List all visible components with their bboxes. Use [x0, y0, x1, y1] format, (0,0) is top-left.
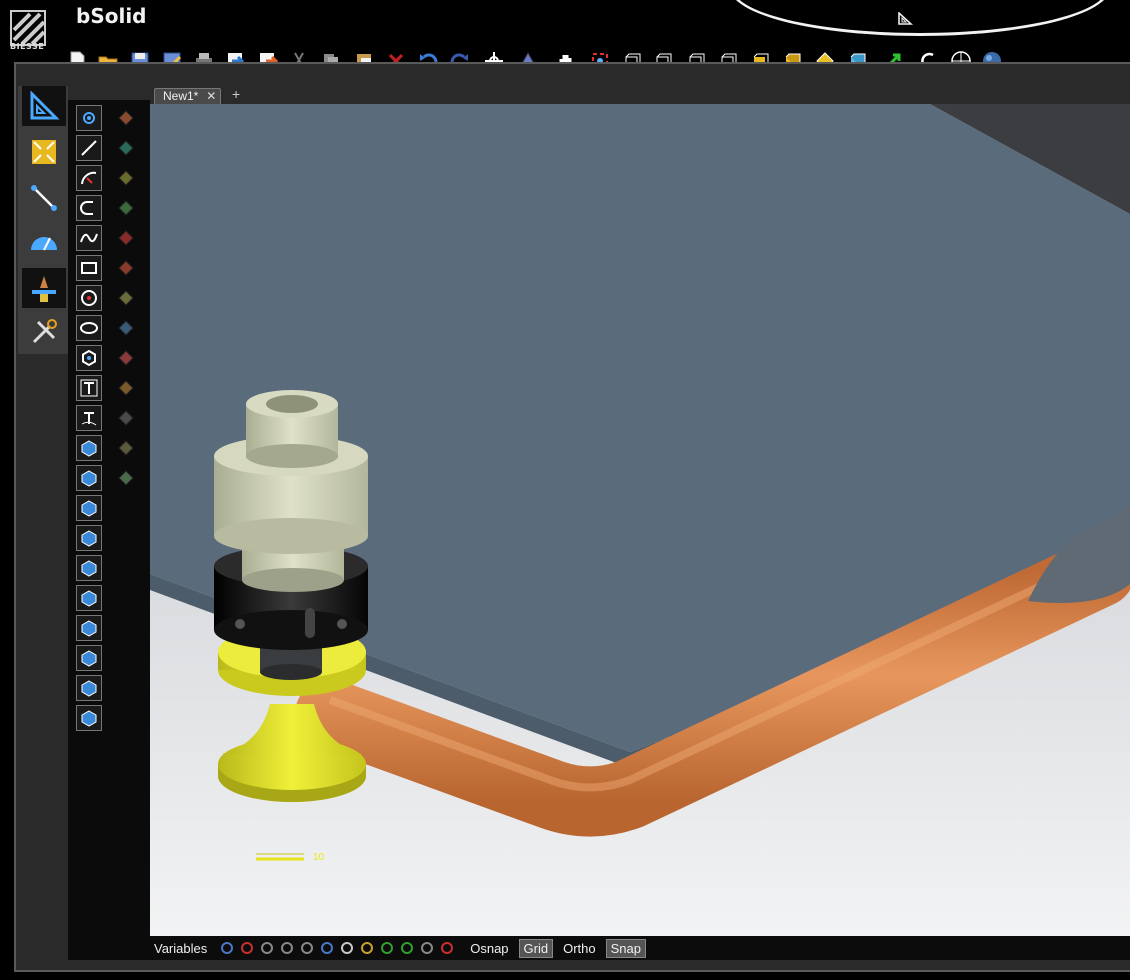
snap-nearest-icon[interactable]: [377, 938, 397, 958]
cube-icon[interactable]: [76, 585, 102, 611]
shape8-icon[interactable]: [114, 316, 138, 340]
shape7-icon[interactable]: [114, 286, 138, 310]
osnap-toggle[interactable]: Osnap: [466, 940, 512, 957]
line-icon[interactable]: [76, 135, 102, 161]
snap-magnet-icon[interactable]: [437, 938, 457, 958]
scale-label: 10: [313, 852, 325, 863]
ellipse-icon[interactable]: [76, 315, 102, 341]
shape12-icon[interactable]: [114, 436, 138, 460]
text-icon[interactable]: [76, 375, 102, 401]
tool-column: [68, 100, 150, 960]
snap-endpoint-icon[interactable]: [217, 938, 237, 958]
sphere-icon[interactable]: [76, 645, 102, 671]
snap-tangent-icon[interactable]: [297, 938, 317, 958]
snap-parallel-icon[interactable]: [317, 938, 337, 958]
shape9-icon[interactable]: [114, 346, 138, 370]
mode-palette: [18, 86, 68, 354]
shape11-icon[interactable]: [114, 406, 138, 430]
snap-toggle[interactable]: Snap: [605, 938, 646, 958]
shape3-icon[interactable]: [114, 166, 138, 190]
shape2-icon[interactable]: [114, 136, 138, 160]
shape6-icon[interactable]: [114, 256, 138, 280]
tab-close-icon[interactable]: ✕: [206, 89, 216, 104]
grid-toggle[interactable]: Grid: [518, 938, 554, 958]
revolve-icon[interactable]: [76, 465, 102, 491]
slot-icon[interactable]: [76, 195, 102, 221]
rectangle-icon[interactable]: [76, 255, 102, 281]
tab-label: New1*: [163, 89, 199, 103]
snap-perpendicular-icon[interactable]: [277, 938, 297, 958]
set-square-icon: [898, 12, 913, 25]
logo-text: BIESSE: [10, 42, 45, 51]
sweep-icon[interactable]: [76, 495, 102, 521]
arc-icon[interactable]: [76, 165, 102, 191]
tools-icon[interactable]: [22, 312, 66, 352]
gauge-icon[interactable]: [22, 222, 66, 262]
spline-icon[interactable]: [76, 225, 102, 251]
loft-icon[interactable]: [76, 525, 102, 551]
snap-quadrant-icon[interactable]: [357, 938, 377, 958]
extrude-icon[interactable]: [76, 435, 102, 461]
shape4-icon[interactable]: [114, 196, 138, 220]
polygon-icon[interactable]: [76, 345, 102, 371]
snap-node-icon[interactable]: [397, 938, 417, 958]
status-bar: Variables Osnap Grid Ortho Snap: [150, 936, 1130, 960]
text-path-icon[interactable]: [76, 405, 102, 431]
fit-view-icon[interactable]: [22, 132, 66, 172]
title-bar: BIESSE bSolid: [0, 0, 1130, 51]
snap-intersection-icon[interactable]: [257, 938, 277, 958]
app-title: bSolid: [76, 4, 147, 28]
ortho-toggle[interactable]: Ortho: [559, 940, 600, 957]
point-icon[interactable]: [76, 105, 102, 131]
shape13-icon[interactable]: [114, 466, 138, 490]
cube-options-icon[interactable]: [76, 615, 102, 641]
add-tab-icon[interactable]: +: [232, 86, 240, 102]
3d-viewport[interactable]: 10: [150, 104, 1130, 936]
machining-icon[interactable]: [22, 268, 66, 308]
snap-icons: [217, 938, 457, 958]
shape1-icon[interactable]: [114, 106, 138, 130]
tab-row: New1* ✕ +: [150, 86, 1130, 104]
variables-button[interactable]: Variables: [150, 941, 211, 956]
shape5-icon[interactable]: [114, 226, 138, 250]
import-solid-icon[interactable]: [76, 705, 102, 731]
arc-decoration: [730, 0, 1110, 36]
box-icon[interactable]: [76, 555, 102, 581]
3d-scene: [150, 104, 1130, 936]
measure-icon[interactable]: [22, 178, 66, 218]
circle-icon[interactable]: [76, 285, 102, 311]
drafting-icon[interactable]: [22, 86, 66, 126]
snap-midpoint-icon[interactable]: [237, 938, 257, 958]
mesh-icon[interactable]: [76, 675, 102, 701]
shape10-icon[interactable]: [114, 376, 138, 400]
document-tab[interactable]: New1* ✕: [154, 88, 222, 104]
snap-center-icon[interactable]: [337, 938, 357, 958]
snap-extension-icon[interactable]: [417, 938, 437, 958]
